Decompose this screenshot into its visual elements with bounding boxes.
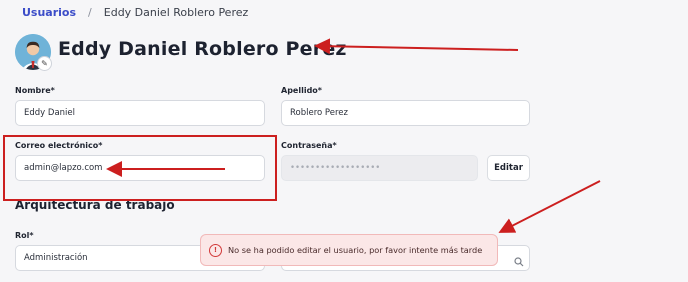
- error-icon: !: [209, 243, 222, 257]
- arrow-to-title: [314, 38, 519, 55]
- toast-message: No se ha podido editar el usuario, por f…: [228, 245, 483, 255]
- error-toast: ! No se ha podido editar el usuario, por…: [200, 234, 498, 266]
- arrow-to-toast: [498, 180, 601, 233]
